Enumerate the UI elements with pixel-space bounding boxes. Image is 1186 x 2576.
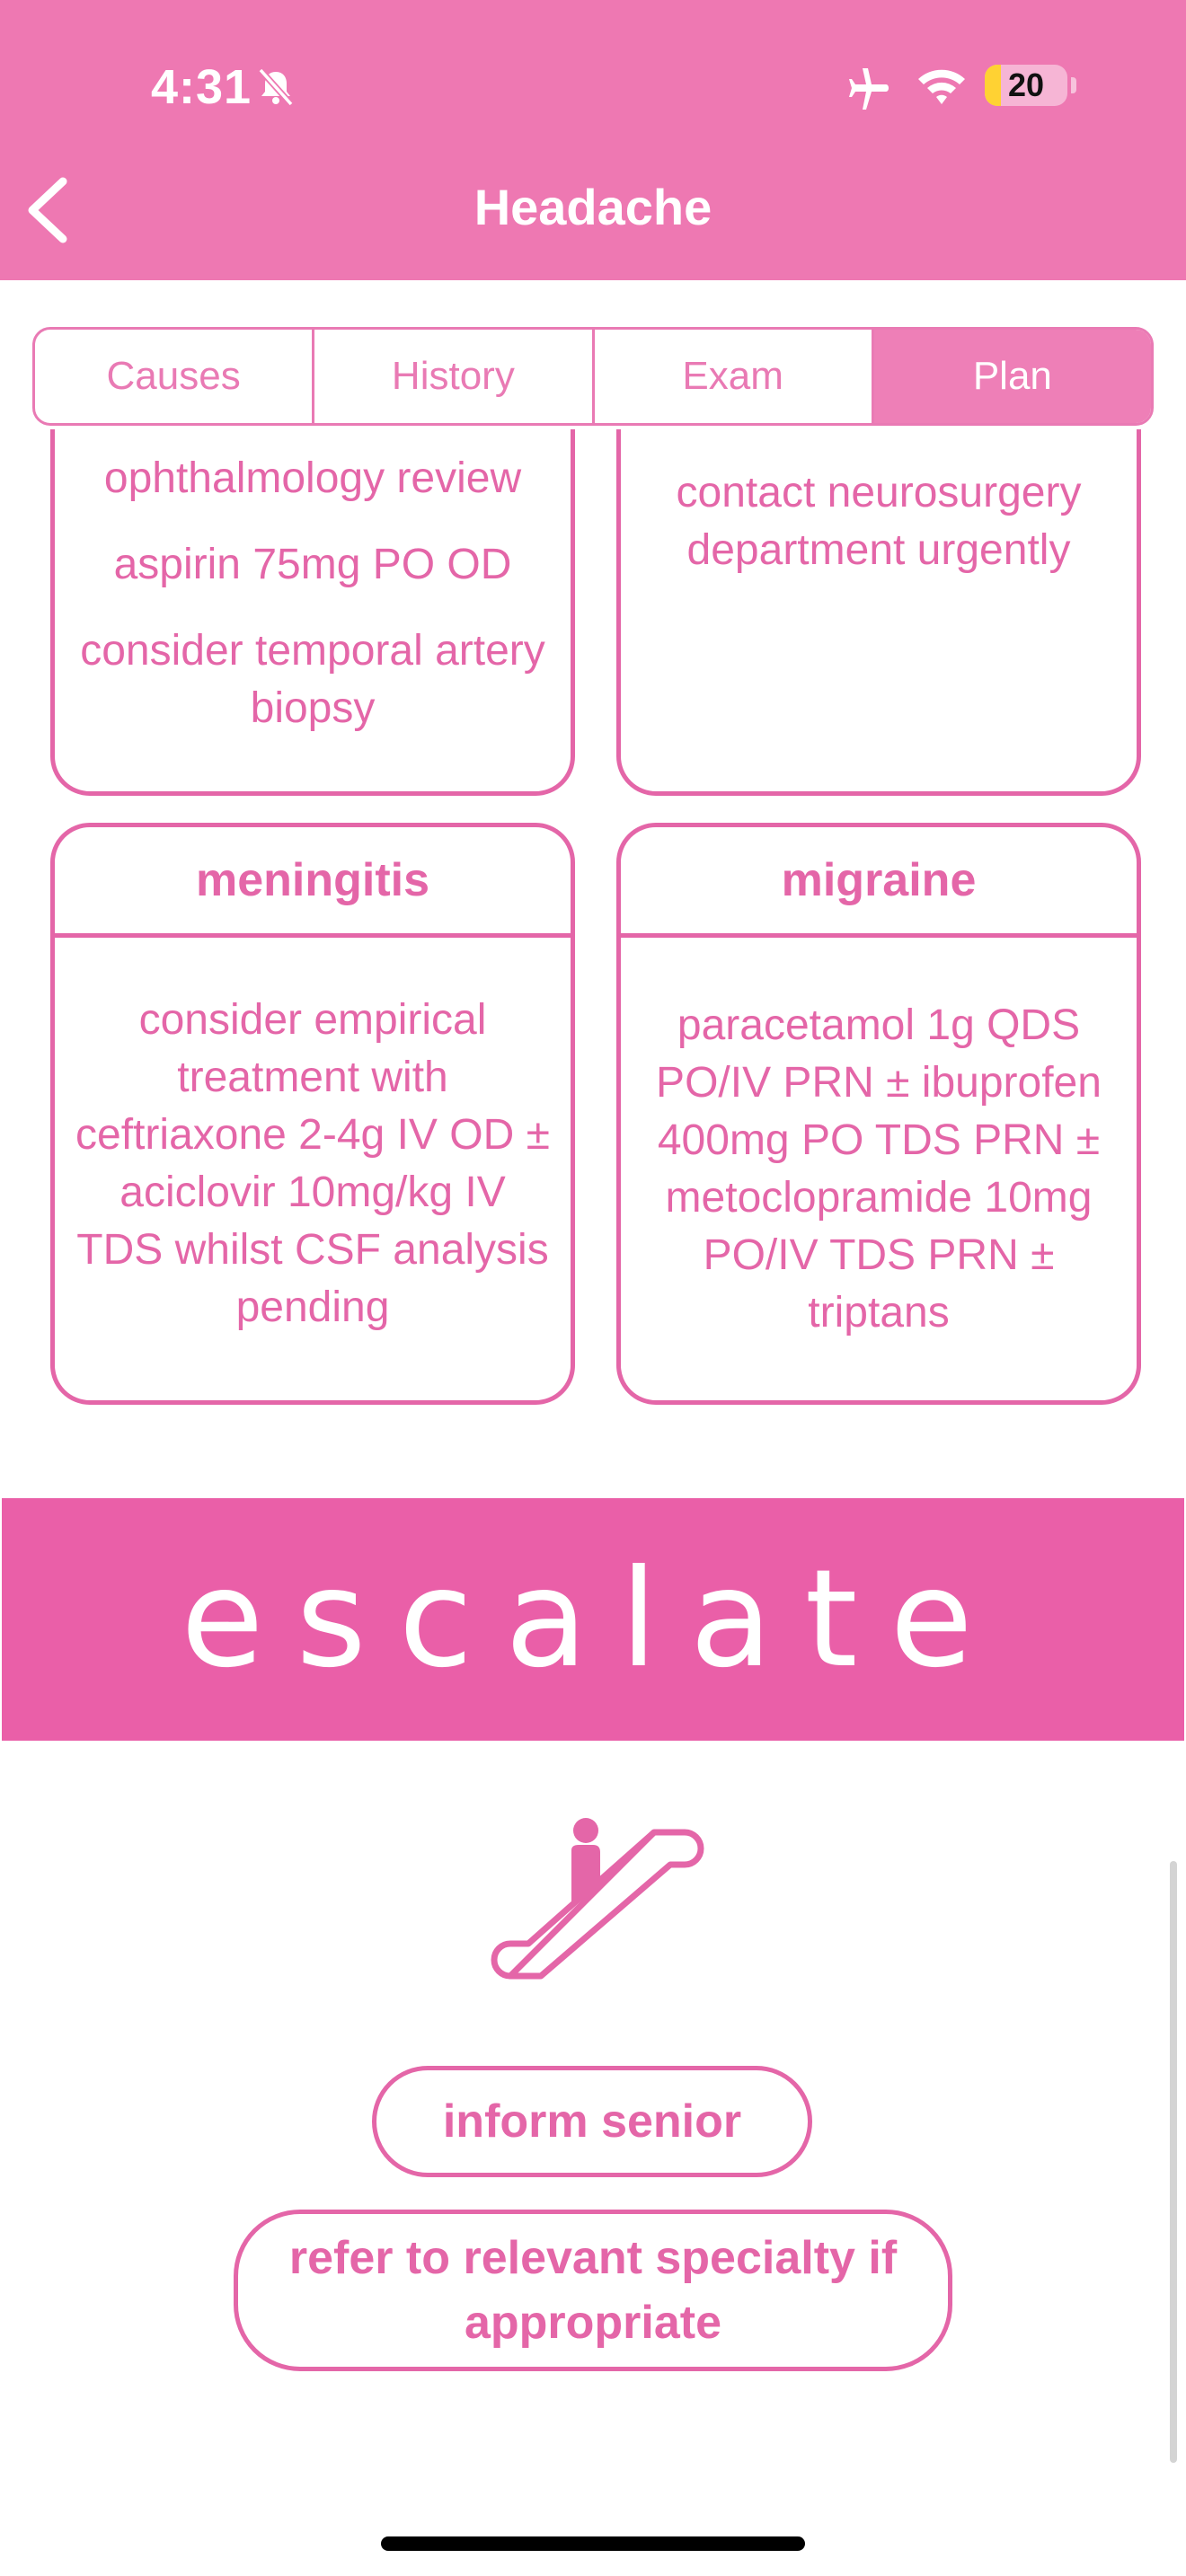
- status-time: 4:31: [151, 60, 252, 114]
- airplane-mode-icon: [849, 68, 889, 110]
- inform-senior-button[interactable]: inform senior: [372, 2066, 812, 2177]
- nav-header: 4:31 20 Headache: [0, 0, 1186, 280]
- card-title: migraine: [621, 827, 1137, 938]
- refer-specialty-button[interactable]: refer to relevant specialty if appropria…: [234, 2210, 952, 2371]
- tab-history[interactable]: History: [314, 330, 595, 423]
- plan-card-subarachnoid-haemorrhage: contact neurosurgery department urgently: [616, 429, 1141, 796]
- tab-causes[interactable]: Causes: [35, 330, 315, 423]
- plan-item: consider temporal artery biopsy: [80, 627, 545, 732]
- plan-card-giant-cell-arteritis: ophthalmology review aspirin 75mg PO OD …: [50, 429, 575, 796]
- tab-plan[interactable]: Plan: [873, 330, 1151, 423]
- card-title: meningitis: [55, 827, 571, 938]
- escalate-banner: escalate: [2, 1498, 1184, 1741]
- scrolled-cards-region: ophthalmology review aspirin 75mg PO OD …: [0, 429, 1186, 807]
- wifi-icon: [918, 69, 965, 104]
- tab-bar: Causes History Exam Plan: [32, 327, 1154, 426]
- plan-card-meningitis: meningitis consider empirical treatment …: [50, 823, 575, 1405]
- home-indicator[interactable]: [381, 2536, 805, 2551]
- card-body: consider empirical treatment with ceftri…: [75, 996, 550, 1331]
- card-body: paracetamol 1g QDS PO/IV PRN ± ibuprofen…: [656, 1001, 1102, 1337]
- battery-percentage: 20: [1007, 66, 1045, 103]
- scrollbar[interactable]: [1170, 1861, 1177, 2463]
- plan-item: ophthalmology review: [103, 454, 522, 502]
- page-title: Headache: [474, 179, 712, 235]
- battery-indicator: 20: [985, 65, 1067, 106]
- plan-card-migraine: migraine paracetamol 1g QDS PO/IV PRN ± …: [616, 823, 1141, 1405]
- battery-nub: [1071, 77, 1076, 93]
- escalate-heading: escalate: [181, 1541, 1005, 1698]
- escalator-icon: [491, 1818, 704, 1980]
- plan-item: contact neurosurgery department urgently: [676, 469, 1082, 574]
- plan-item: aspirin 75mg PO OD: [113, 541, 512, 588]
- bell-muted-icon: [258, 67, 294, 107]
- tab-exam[interactable]: Exam: [595, 330, 874, 423]
